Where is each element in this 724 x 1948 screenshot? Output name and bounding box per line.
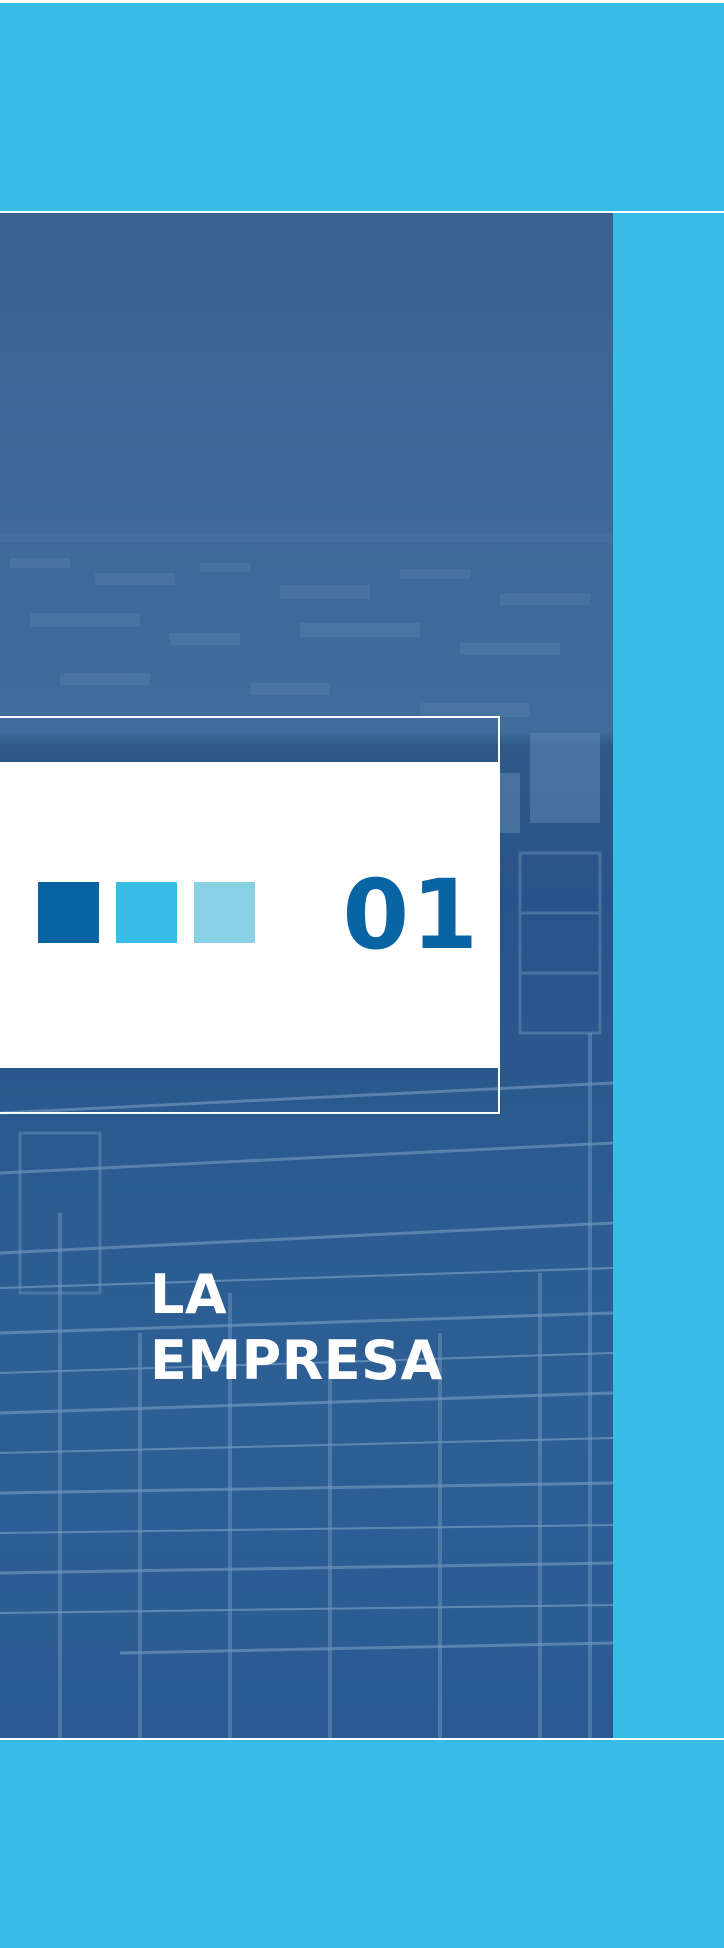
chapter-number: 01 — [342, 859, 480, 971]
section-title-line-2: EMPRESA — [150, 1329, 443, 1392]
cyan-square-icon — [116, 882, 177, 943]
section-title-line-1: LA — [150, 1263, 228, 1326]
right-cyan-strip — [613, 213, 724, 1738]
top-cyan-band — [0, 0, 724, 211]
light-blue-square-icon — [194, 882, 255, 943]
section-title: LA EMPRESA — [150, 1262, 570, 1394]
bottom-cyan-band — [0, 1740, 724, 1948]
dark-blue-square-icon — [38, 882, 99, 943]
